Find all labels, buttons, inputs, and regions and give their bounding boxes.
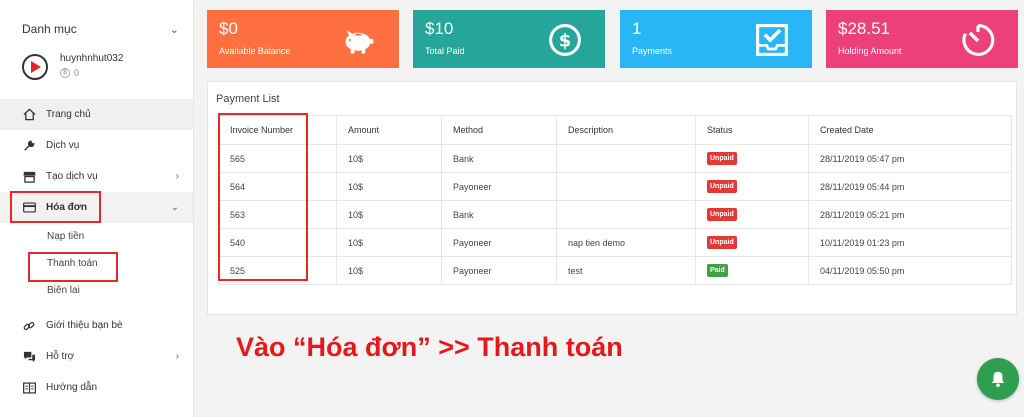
cell-amount: 10$ — [336, 172, 442, 201]
table-header-row: Invoice Number Amount Method Description… — [218, 115, 1012, 145]
timer-icon — [962, 24, 995, 56]
inbox-check-icon — [756, 24, 788, 56]
chevron-down-icon: ⌄ — [170, 202, 179, 213]
user-balance: $ 0 — [60, 68, 123, 78]
sidebar-title: Danh mục — [22, 22, 77, 36]
chevron-down-icon: ⌄ — [169, 23, 179, 36]
coin-icon: $ — [60, 68, 70, 78]
cell-method: Payoneer — [441, 228, 557, 257]
svg-text:$: $ — [559, 30, 572, 51]
payment-table: Invoice Number Amount Method Description… — [218, 115, 1012, 285]
user-name: huynhnhut032 — [60, 53, 124, 64]
sidebar-item-guide[interactable]: Hướng dẫn — [0, 372, 193, 403]
stat-card-available-balance: $0 Available Balance — [207, 10, 399, 68]
cell-status: Unpaid — [695, 200, 809, 229]
bell-icon — [991, 371, 1005, 388]
cell-description — [556, 172, 696, 201]
sidebar-subitem-label: Biên lai — [47, 285, 80, 296]
highlight-box-invoice-column — [218, 113, 308, 281]
column-header[interactable]: Method — [441, 115, 557, 145]
cell-date: 10/11/2019 01:23 pm — [808, 228, 1012, 257]
sidebar-subitem-deposit[interactable]: Nạp tiền — [0, 223, 193, 250]
notification-button[interactable] — [977, 358, 1019, 400]
cell-description: test — [556, 256, 696, 285]
sidebar-item-referral[interactable]: Giới thiệu bạn bè — [0, 310, 193, 341]
sidebar-item-support[interactable]: Hỗ trợ › — [0, 341, 193, 372]
cell-method: Bank — [441, 200, 557, 229]
table-row[interactable]: 563 10$ Bank Unpaid 28/11/2019 05:21 pm — [218, 200, 1012, 229]
cell-amount: 10$ — [336, 144, 442, 173]
cell-amount: 10$ — [336, 228, 442, 257]
status-badge: Paid — [707, 264, 728, 277]
sidebar-item-home[interactable]: Trang chủ — [0, 99, 193, 130]
home-icon — [22, 108, 36, 122]
chevron-right-icon: › — [175, 351, 179, 362]
cell-date: 28/11/2019 05:47 pm — [808, 144, 1012, 173]
column-header[interactable]: Description — [556, 115, 696, 145]
book-icon — [22, 381, 36, 395]
user-balance-value: 0 — [74, 68, 80, 78]
sidebar-item-label: Trang chủ — [46, 109, 91, 120]
cell-status: Unpaid — [695, 144, 809, 173]
cell-description — [556, 144, 696, 173]
cell-method: Bank — [441, 144, 557, 173]
cell-amount: 10$ — [336, 256, 442, 285]
highlight-box-invoices — [10, 191, 101, 223]
cell-date: 04/11/2019 05:50 pm — [808, 256, 1012, 285]
cell-status: Unpaid — [695, 172, 809, 201]
cell-status: Unpaid — [695, 228, 809, 257]
highlight-box-payment — [28, 252, 118, 282]
status-badge: Unpaid — [707, 208, 737, 221]
cell-amount: 10$ — [336, 200, 442, 229]
cell-description — [556, 200, 696, 229]
sidebar-item-label: Hướng dẫn — [46, 382, 98, 393]
sidebar-subitem-label: Nạp tiền — [47, 231, 85, 242]
stat-card-total-paid: $10 Total Paid $ — [413, 10, 605, 68]
piggy-bank-icon — [345, 30, 374, 54]
column-header[interactable]: Amount — [336, 115, 442, 145]
play-icon — [31, 61, 41, 73]
payment-list-panel: Payment List Invoice Number Amount Metho… — [207, 81, 1017, 315]
cell-description: nap tien demo — [556, 228, 696, 257]
sidebar: Danh mục ⌄ huynhnhut032 $ 0 Trang chủ Dị… — [0, 0, 194, 417]
column-header[interactable]: Created Date — [808, 115, 1012, 145]
status-badge: Unpaid — [707, 236, 737, 249]
sidebar-item-create-service[interactable]: Tạo dịch vụ › — [0, 161, 193, 192]
avatar — [22, 54, 48, 80]
cell-date: 28/11/2019 05:21 pm — [808, 200, 1012, 229]
instruction-text: Vào “Hóa đơn” >> Thanh toán — [236, 332, 623, 362]
store-icon — [22, 170, 36, 184]
table-row[interactable]: 564 10$ Payoneer Unpaid 28/11/2019 05:44… — [218, 172, 1012, 201]
sidebar-item-label: Dịch vụ — [46, 140, 80, 151]
sidebar-item-label: Hỗ trợ — [46, 351, 75, 362]
table-row[interactable]: 525 10$ Payoneer test Paid 04/11/2019 05… — [218, 256, 1012, 285]
cell-method: Payoneer — [441, 256, 557, 285]
table-row[interactable]: 565 10$ Bank Unpaid 28/11/2019 05:47 pm — [218, 144, 1012, 173]
panel-title: Payment List — [216, 93, 280, 105]
sidebar-header[interactable]: Danh mục ⌄ — [0, 0, 193, 58]
chevron-right-icon: › — [175, 171, 179, 182]
status-badge: Unpaid — [707, 180, 737, 193]
status-badge: Unpaid — [707, 152, 737, 165]
cell-method: Payoneer — [441, 172, 557, 201]
dollar-circle-icon: $ — [549, 24, 581, 56]
stat-card-payments: 1 Payments — [620, 10, 812, 68]
sidebar-item-label: Tạo dịch vụ — [46, 171, 98, 182]
stat-card-holding-amount: $28.51 Holding Amount — [826, 10, 1018, 68]
sidebar-menu: Trang chủ Dịch vụ Tạo dịch vụ › Hóa đơn … — [0, 99, 193, 403]
chat-icon — [22, 350, 36, 364]
sidebar-item-services[interactable]: Dịch vụ — [0, 130, 193, 161]
sidebar-item-label: Giới thiệu bạn bè — [46, 320, 123, 331]
table-row[interactable]: 540 10$ Payoneer nap tien demo Unpaid 10… — [218, 228, 1012, 257]
cell-date: 28/11/2019 05:44 pm — [808, 172, 1012, 201]
link-icon — [22, 319, 36, 333]
column-header[interactable]: Status — [695, 115, 809, 145]
user-profile[interactable]: huynhnhut032 $ 0 — [0, 52, 193, 92]
wrench-icon — [22, 139, 36, 153]
cell-status: Paid — [695, 256, 809, 285]
